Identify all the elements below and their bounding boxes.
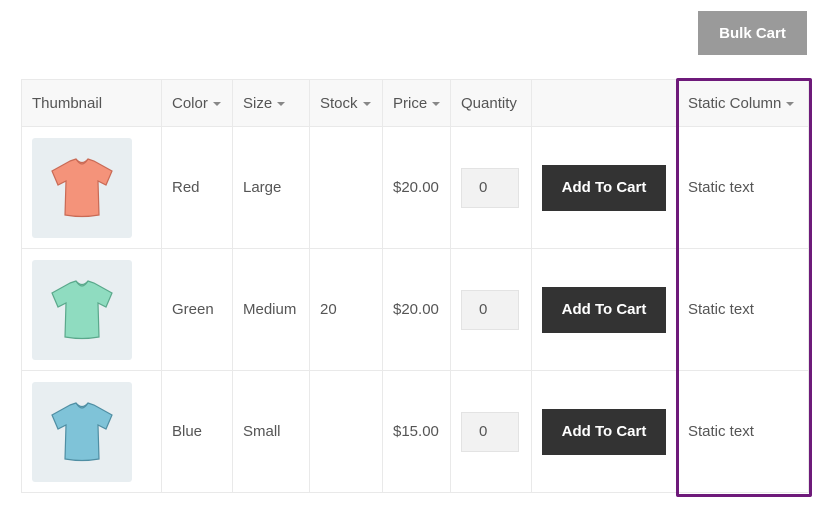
header-stock[interactable]: Stock [309, 79, 383, 127]
header-static-column[interactable]: Static Column [677, 79, 809, 127]
tshirt-icon [51, 279, 113, 339]
add-to-cart-button[interactable]: Add To Cart [542, 286, 666, 333]
stock-cell [309, 126, 383, 249]
action-cell: Add To Cart [531, 126, 678, 249]
color-cell: Red [161, 126, 233, 249]
product-table: Thumbnail Color Size Stock Price Quantit… [21, 79, 809, 493]
bulk-cart-button[interactable]: Bulk Cart [698, 11, 807, 55]
action-cell: Add To Cart [531, 248, 678, 371]
header-size[interactable]: Size [232, 79, 310, 127]
header-price[interactable]: Price [382, 79, 451, 127]
sort-caret-icon [212, 101, 221, 106]
add-to-cart-button[interactable]: Add To Cart [542, 408, 666, 455]
quantity-input[interactable] [461, 411, 519, 452]
table-header-row: Thumbnail Color Size Stock Price Quantit… [21, 79, 809, 127]
sort-caret-icon [432, 101, 441, 106]
static-cell: Static text [677, 126, 809, 249]
price-cell: $20.00 [382, 126, 451, 249]
add-to-cart-button[interactable]: Add To Cart [542, 164, 666, 211]
quantity-cell [450, 370, 532, 493]
static-cell: Static text [677, 370, 809, 493]
table-row: Green Medium 20 $20.00 Add To Cart Stati… [21, 248, 809, 371]
table-row: Blue Small $15.00 Add To Cart Static tex… [21, 370, 809, 493]
price-cell: $15.00 [382, 370, 451, 493]
thumbnail-cell [21, 248, 162, 371]
product-thumbnail[interactable] [32, 381, 132, 482]
product-thumbnail[interactable] [32, 137, 132, 238]
header-thumbnail: Thumbnail [21, 79, 162, 127]
stock-cell: 20 [309, 248, 383, 371]
quantity-input[interactable] [461, 167, 519, 208]
size-cell: Small [232, 370, 310, 493]
quantity-input[interactable] [461, 289, 519, 330]
stock-cell [309, 370, 383, 493]
sort-caret-icon [362, 101, 371, 106]
tshirt-icon [51, 157, 113, 217]
quantity-cell [450, 248, 532, 371]
tshirt-icon [51, 401, 113, 461]
header-color[interactable]: Color [161, 79, 233, 127]
thumbnail-cell [21, 126, 162, 249]
color-cell: Green [161, 248, 233, 371]
color-cell: Blue [161, 370, 233, 493]
price-cell: $20.00 [382, 248, 451, 371]
action-cell: Add To Cart [531, 370, 678, 493]
product-thumbnail[interactable] [32, 259, 132, 360]
size-cell: Large [232, 126, 310, 249]
sort-caret-icon [786, 101, 795, 106]
header-quantity: Quantity [450, 79, 532, 127]
sort-caret-icon [277, 101, 286, 106]
static-cell: Static text [677, 248, 809, 371]
size-cell: Medium [232, 248, 310, 371]
table-row: Red Large $20.00 Add To Cart Static text [21, 126, 809, 249]
thumbnail-cell [21, 370, 162, 493]
quantity-cell [450, 126, 532, 249]
header-action [531, 79, 678, 127]
